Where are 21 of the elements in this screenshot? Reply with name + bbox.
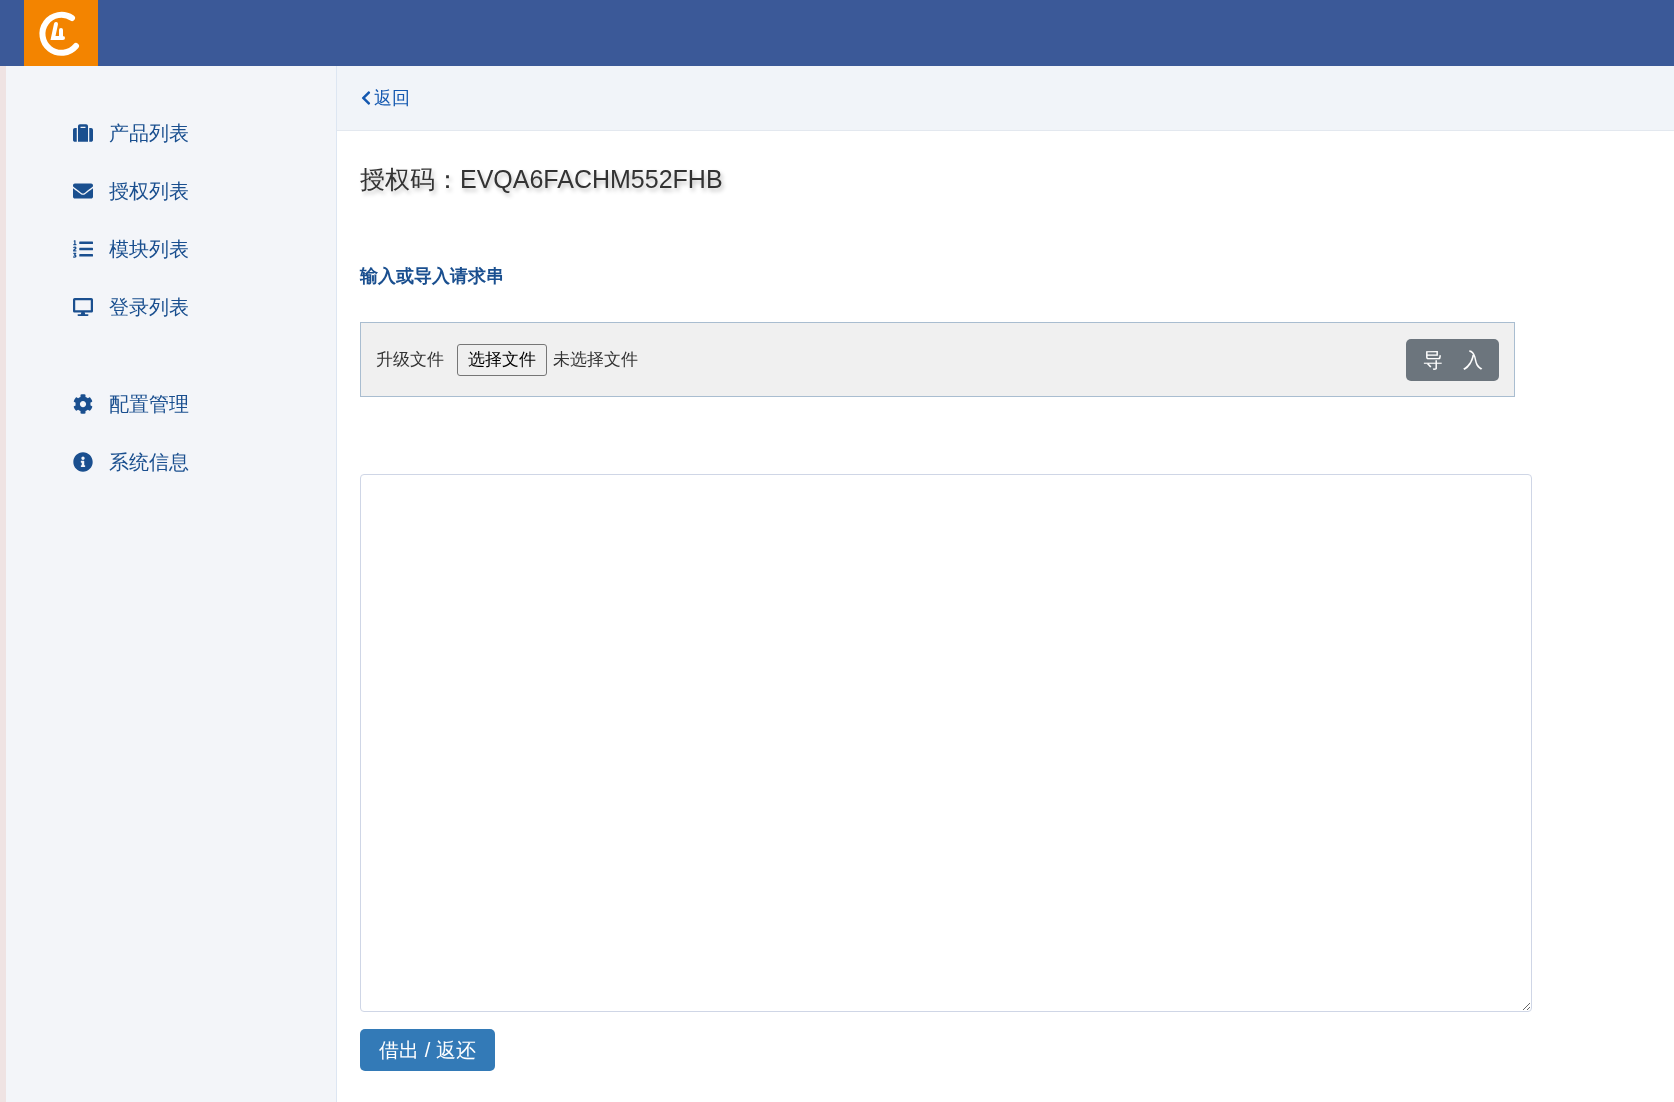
sidebar-item[interactable]: 登录列表 bbox=[109, 291, 189, 322]
sidebar-item[interactable]: 配置管理 bbox=[109, 388, 189, 419]
sidebar-item[interactable]: 系统信息 bbox=[109, 446, 189, 477]
sidebar-item[interactable]: 产品列表 bbox=[109, 117, 189, 148]
monitor-icon bbox=[73, 296, 93, 317]
chevron-left-icon bbox=[360, 90, 372, 106]
borrow-return-button[interactable]: 借出 / 返还 bbox=[360, 1029, 495, 1071]
choose-file-button[interactable]: 选择文件 bbox=[457, 343, 547, 376]
section-heading: 输入或导入请求串 bbox=[360, 265, 505, 288]
sidebar-item[interactable]: 模块列表 bbox=[109, 233, 189, 264]
page-title: 授权码：EVQA6FACHM552FHB bbox=[360, 164, 724, 195]
briefcase-icon bbox=[73, 122, 93, 143]
logo-icon[interactable] bbox=[24, 0, 98, 66]
settings-icon bbox=[73, 393, 93, 414]
file-status: 未选择文件 bbox=[553, 348, 638, 371]
import-button[interactable]: 导 入 bbox=[1406, 338, 1499, 381]
info-icon bbox=[73, 451, 93, 472]
upload-label: 升级文件 bbox=[376, 348, 444, 371]
numbered-list-icon bbox=[73, 238, 93, 259]
back-link[interactable]: 返回 bbox=[360, 84, 410, 112]
sidebar-item[interactable]: 授权列表 bbox=[109, 175, 189, 206]
